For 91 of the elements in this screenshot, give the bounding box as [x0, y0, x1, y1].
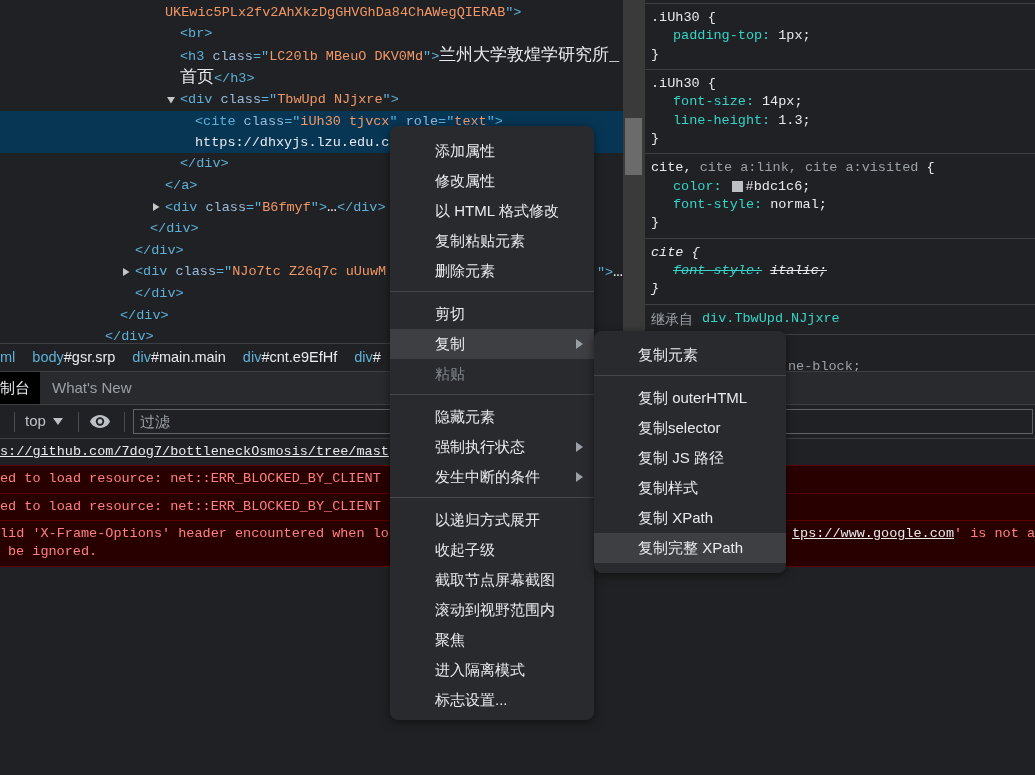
- menu-item[interactable]: 收起子级: [390, 535, 594, 565]
- css-selector[interactable]: cite,: [651, 160, 692, 176]
- breadcrumb-item[interactable]: div#: [354, 346, 381, 369]
- console-message-text: ed to load resource: net::ERR_BLOCKED_BY_CLIENT: [0, 470, 381, 489]
- console-link[interactable]: s://github.com/7dog7/bottleneckOsmosis/tree/mast: [0, 443, 389, 462]
- menu-item[interactable]: 复制粘贴元素: [390, 226, 594, 256]
- opening-brace: {: [926, 160, 935, 176]
- closing-brace: }: [651, 215, 660, 231]
- menu-item[interactable]: 复制 XPath: [594, 503, 786, 533]
- menu-item[interactable]: 滚动到视野范围内: [390, 595, 594, 625]
- menu-item[interactable]: 删除元素: [390, 256, 594, 286]
- css-selector[interactable]: .iUh30: [651, 76, 700, 91]
- css-property-value[interactable]: italic;: [770, 261, 827, 281]
- css-selector[interactable]: cite a:link, cite a:visited: [699, 160, 919, 176]
- console-message-text: be ignored.: [8, 543, 98, 562]
- console-message-text: lid 'X-Frame-Options' header encountered when lo: [0, 525, 389, 543]
- css-property-name[interactable]: font-style:: [673, 195, 763, 215]
- opening-brace: {: [707, 76, 716, 91]
- dom-node-line[interactable]: ">…: [596, 260, 623, 284]
- css-selector[interactable]: .iUh30: [651, 10, 700, 25]
- menu-item[interactable]: 复制 outerHTML: [594, 383, 786, 413]
- menu-item[interactable]: 剪切: [390, 299, 594, 329]
- inherited-from-label: 继承自: [651, 309, 693, 329]
- closing-tag-line[interactable]: </div>: [105, 328, 154, 343]
- context-selector[interactable]: top: [25, 410, 63, 433]
- closing-tag-line[interactable]: </div>: [135, 242, 184, 258]
- opening-brace: {: [691, 244, 700, 260]
- menu-item[interactable]: 截取节点屏幕截图: [390, 565, 594, 595]
- menu-item[interactable]: 以 HTML 格式修改: [390, 196, 594, 226]
- closing-tag-line[interactable]: </div>: [180, 156, 229, 172]
- css-property-value[interactable]: 1px;: [778, 27, 811, 46]
- dom-node-line[interactable]: <cite class="iUh30 tjvcx" role="text">: [195, 110, 503, 132]
- color-swatch-icon[interactable]: [731, 181, 743, 193]
- opening-brace: {: [707, 10, 716, 25]
- menu-item[interactable]: 复制样式: [594, 473, 786, 503]
- css-property-name[interactable]: font-style:: [673, 261, 763, 281]
- dom-node-line[interactable]: UKEwic5PLx2fv2AhXkzDgGHVGhDa84ChAWegQIERAB">: [165, 2, 522, 24]
- css-property-value[interactable]: normal;: [770, 195, 827, 215]
- console-message-text: ed to load resource: net::ERR_BLOCKED_BY_CLIENT: [0, 497, 381, 516]
- submenu-arrow-icon: [576, 442, 583, 452]
- dom-node-line[interactable]: <div class="NJo7tc Z26q7c uUuwM: [135, 260, 387, 283]
- text-node-line[interactable]: https://dhxyjs.lzu.edu.c: [195, 134, 390, 150]
- caret-icon: [52, 418, 63, 425]
- console-message-text: tps://www.google.com' is not a: [791, 525, 1035, 543]
- closing-tag-line[interactable]: </div>: [150, 221, 199, 237]
- dom-node-line[interactable]: <h3 class="LC20lb MBeuO DKV0Md">兰州大学敦煌学研究所_首页</h3>: [180, 44, 623, 90]
- breadcrumb-item[interactable]: div#main.main: [132, 346, 226, 369]
- menu-item[interactable]: 发生中断的条件: [390, 462, 594, 492]
- menu-item[interactable]: 复制完整 XPath: [594, 533, 786, 563]
- css-property-name[interactable]: color:: [673, 177, 722, 196]
- css-property-name[interactable]: padding-top:: [673, 27, 771, 46]
- disclosure-triangle-icon[interactable]: [122, 267, 130, 276]
- menu-item[interactable]: 以递归方式展开: [390, 505, 594, 535]
- dom-node-line[interactable]: <div class="B6fmyf">…</div>: [165, 195, 386, 219]
- menu-item[interactable]: 强制执行状态: [390, 432, 594, 462]
- closing-brace: }: [651, 130, 660, 146]
- css-property-name[interactable]: line-height:: [673, 111, 771, 130]
- breadcrumb-item[interactable]: body#gsr.srp: [32, 346, 116, 369]
- scrollbar-thumb[interactable]: [625, 118, 642, 175]
- disclosure-triangle-icon[interactable]: [167, 96, 175, 105]
- dom-node-line[interactable]: <br>: [180, 23, 213, 45]
- breadcrumb-item[interactable]: ml: [0, 346, 16, 369]
- menu-item[interactable]: 聚焦: [390, 625, 594, 655]
- css-property-value[interactable]: 1.3;: [778, 111, 811, 130]
- inherited-selector-link[interactable]: div.TbwUpd.NJjxre: [702, 309, 840, 329]
- eye-icon[interactable]: [89, 415, 110, 428]
- closing-tag-line[interactable]: </div>: [120, 307, 169, 323]
- closing-brace: }: [651, 46, 660, 62]
- closing-brace: }: [651, 281, 660, 297]
- css-selector[interactable]: cite: [651, 244, 684, 260]
- css-property-value[interactable]: 14px;: [762, 93, 803, 112]
- css-property-value[interactable]: #bdc1c6;: [745, 177, 811, 196]
- dom-node-line[interactable]: <div class="TbwUpd NJjxre">: [180, 89, 399, 111]
- console-link[interactable]: tps://www.google.com: [791, 526, 954, 541]
- menu-item[interactable]: 复制: [390, 329, 594, 359]
- menu-item[interactable]: 隐藏元素: [390, 402, 594, 432]
- css-property-name[interactable]: font-size:: [673, 93, 754, 112]
- breadcrumb-item[interactable]: div#cnt.e9EfHf: [242, 346, 338, 369]
- menu-item[interactable]: 复制元素: [594, 340, 786, 370]
- closing-tag-line[interactable]: </div>: [135, 286, 184, 302]
- menu-item[interactable]: 标志设置...: [390, 685, 594, 715]
- submenu-arrow-icon: [576, 339, 583, 349]
- menu-item[interactable]: 进入隔离模式: [390, 655, 594, 685]
- drawer-tab[interactable]: 制台: [0, 372, 40, 404]
- menu-item[interactable]: 修改属性: [390, 166, 594, 196]
- menu-item[interactable]: 复制selector: [594, 413, 786, 443]
- disclosure-triangle-icon[interactable]: [152, 202, 160, 211]
- closing-tag-line[interactable]: </a>: [165, 177, 198, 193]
- submenu-arrow-icon: [576, 472, 583, 482]
- menu-item[interactable]: 复制 JS 路径: [594, 443, 786, 473]
- drawer-tab[interactable]: What's New: [40, 372, 144, 404]
